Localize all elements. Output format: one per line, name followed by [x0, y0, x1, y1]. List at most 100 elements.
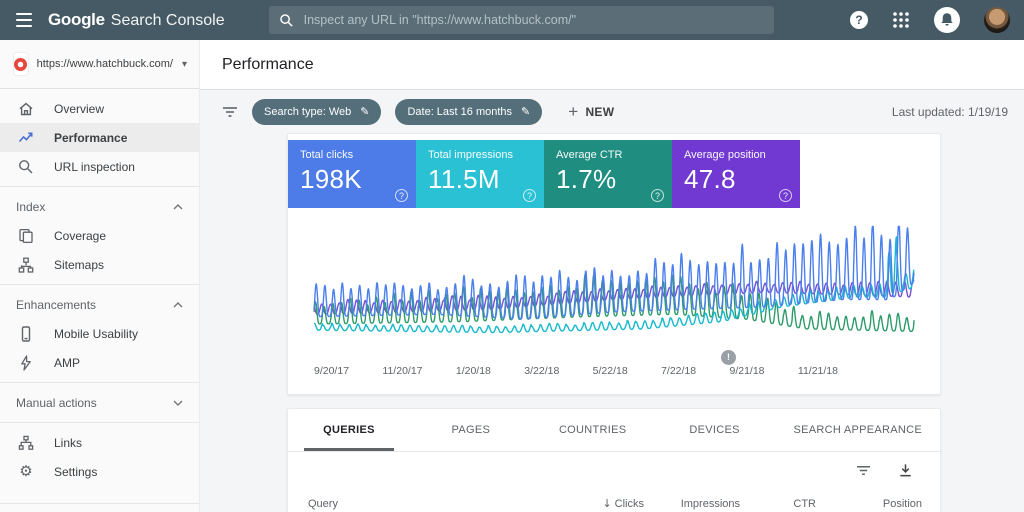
sidebar-item-settings[interactable]: ⚙ Settings	[0, 457, 199, 486]
divider	[0, 382, 199, 383]
dimension-tabs: QUERIES PAGES COUNTRIES DEVICES SEARCH A…	[288, 409, 940, 452]
new-filter-label: NEW	[585, 105, 614, 119]
tab-label: SEARCH APPEARANCE	[793, 424, 922, 436]
tab-label: COUNTRIES	[559, 424, 626, 436]
filter-chip-date[interactable]: Date: Last 16 months ✎	[395, 99, 542, 125]
sort-desc-icon: ↓	[602, 497, 611, 510]
product-wordmark: Search Console	[111, 12, 225, 30]
sidebar-item-label: Performance	[54, 131, 127, 145]
metric-label: Average CTR	[556, 149, 660, 161]
metric-card-average-ctr[interactable]: Average CTR 1.7% ?	[544, 140, 672, 208]
sidebar-item-label: AMP	[54, 356, 80, 370]
section-title: Enhancements	[16, 298, 96, 312]
section-title: Index	[16, 200, 45, 214]
sidebar-item-mobile-usability[interactable]: Mobile Usability	[0, 319, 199, 348]
menu-icon[interactable]	[0, 0, 48, 40]
sidebar-item-label: Overview	[54, 102, 104, 116]
metric-help-icon[interactable]: ?	[651, 189, 664, 202]
column-query[interactable]: Query	[308, 498, 544, 510]
coverage-pages-icon	[17, 227, 35, 245]
active-tab-underline	[304, 448, 394, 451]
dropdown-caret-icon: ▾	[182, 59, 187, 70]
sidebar-item-label: Mobile Usability	[54, 327, 138, 341]
table-toolbar	[288, 452, 940, 489]
performance-chart-card: Total clicks 198K ? Total impressions 11…	[287, 133, 941, 395]
sidebar-item-coverage[interactable]: Coverage	[0, 221, 199, 250]
home-icon	[17, 100, 35, 118]
chart-annotation-marker[interactable]: !	[721, 350, 736, 365]
tab-devices[interactable]: DEVICES	[654, 409, 776, 451]
table-header-row: Query ↓Clicks Impressions CTR Position	[288, 489, 940, 510]
edit-pencil-icon[interactable]: ✎	[360, 105, 369, 118]
x-tick: 7/22/18	[661, 365, 696, 377]
tab-label: PAGES	[452, 424, 491, 436]
metric-value: 47.8	[684, 164, 788, 195]
url-inspect-searchbox[interactable]	[269, 6, 774, 34]
apps-grid-icon[interactable]	[892, 11, 910, 29]
property-selector[interactable]: https://www.hatchbuck.com/ ▾	[0, 40, 199, 89]
queries-table-card: QUERIES PAGES COUNTRIES DEVICES SEARCH A…	[287, 408, 941, 512]
sidebar-item-sitemaps[interactable]: Sitemaps	[0, 250, 199, 279]
metric-card-average-position[interactable]: Average position 47.8 ?	[672, 140, 800, 208]
sidebar-section-index[interactable]: Index	[0, 192, 199, 221]
topbar-actions: ?	[850, 7, 1024, 33]
x-tick: 3/22/18	[524, 365, 559, 377]
column-clicks[interactable]: ↓Clicks	[544, 497, 644, 510]
divider	[0, 284, 199, 285]
divider	[0, 186, 199, 187]
tab-pages[interactable]: PAGES	[410, 409, 532, 451]
sidebar-item-links[interactable]: Links	[0, 428, 199, 457]
top-app-bar: Google Search Console ?	[0, 0, 1024, 40]
metric-card-total-impressions[interactable]: Total impressions 11.5M ?	[416, 140, 544, 208]
sidebar-item-amp[interactable]: AMP	[0, 348, 199, 377]
new-filter-button[interactable]: + NEW	[562, 102, 620, 121]
sidebar-section-enhancements[interactable]: Enhancements	[0, 290, 199, 319]
amp-lightning-icon	[17, 354, 35, 372]
chip-label: Date: Last 16 months	[407, 106, 512, 118]
filter-chip-search-type[interactable]: Search type: Web ✎	[252, 99, 381, 125]
metric-value: 11.5M	[428, 164, 532, 195]
column-ctr[interactable]: CTR	[740, 498, 816, 510]
section-title: Manual actions	[16, 396, 97, 410]
tab-queries[interactable]: QUERIES	[288, 409, 410, 451]
plus-icon: +	[568, 103, 578, 120]
sidebar-item-url-inspection[interactable]: URL inspection	[0, 152, 199, 181]
sidebar-nav: Overview Performance URL inspection	[0, 89, 199, 512]
x-tick: 9/20/17	[314, 365, 349, 377]
main-content: Performance Search type: Web ✎ Date: Las…	[200, 0, 1024, 512]
last-updated-text: Last updated: 1/19/19	[892, 105, 1008, 119]
sidebar-section-manual-actions[interactable]: Manual actions	[0, 388, 199, 417]
performance-chart-icon	[17, 129, 35, 147]
column-position[interactable]: Position	[816, 498, 922, 510]
page-title: Performance	[222, 56, 314, 74]
column-impressions[interactable]: Impressions	[644, 498, 740, 510]
app-root: Google Search Console ?	[0, 0, 1024, 512]
chevron-up-icon	[173, 204, 183, 210]
sidebar-item-overview[interactable]: Overview	[0, 94, 199, 123]
metric-help-icon[interactable]: ?	[395, 189, 408, 202]
property-url: https://www.hatchbuck.com/	[37, 58, 173, 70]
tab-label: DEVICES	[689, 424, 739, 436]
notifications-bell-icon[interactable]	[934, 7, 960, 33]
sidebar-item-performance[interactable]: Performance	[0, 123, 199, 152]
table-filter-icon[interactable]	[856, 464, 871, 477]
site-favicon-icon	[14, 53, 28, 75]
tab-search-appearance[interactable]: SEARCH APPEARANCE	[776, 409, 941, 451]
metric-label: Total clicks	[300, 149, 404, 161]
help-icon[interactable]: ?	[850, 11, 868, 29]
search-input[interactable]	[302, 12, 764, 28]
metric-help-icon[interactable]: ?	[779, 189, 792, 202]
sidebar-item-label: Coverage	[54, 229, 106, 243]
download-icon[interactable]	[898, 463, 913, 478]
divider	[0, 503, 199, 504]
links-icon	[17, 434, 35, 452]
x-tick: 11/21/18	[798, 365, 838, 377]
user-avatar[interactable]	[984, 7, 1010, 33]
chevron-up-icon	[173, 302, 183, 308]
metric-cards: Total clicks 198K ? Total impressions 11…	[288, 134, 800, 208]
filter-icon[interactable]	[222, 105, 238, 119]
metric-help-icon[interactable]: ?	[523, 189, 536, 202]
metric-card-total-clicks[interactable]: Total clicks 198K ?	[288, 140, 416, 208]
tab-countries[interactable]: COUNTRIES	[532, 409, 654, 451]
edit-pencil-icon[interactable]: ✎	[521, 105, 530, 118]
